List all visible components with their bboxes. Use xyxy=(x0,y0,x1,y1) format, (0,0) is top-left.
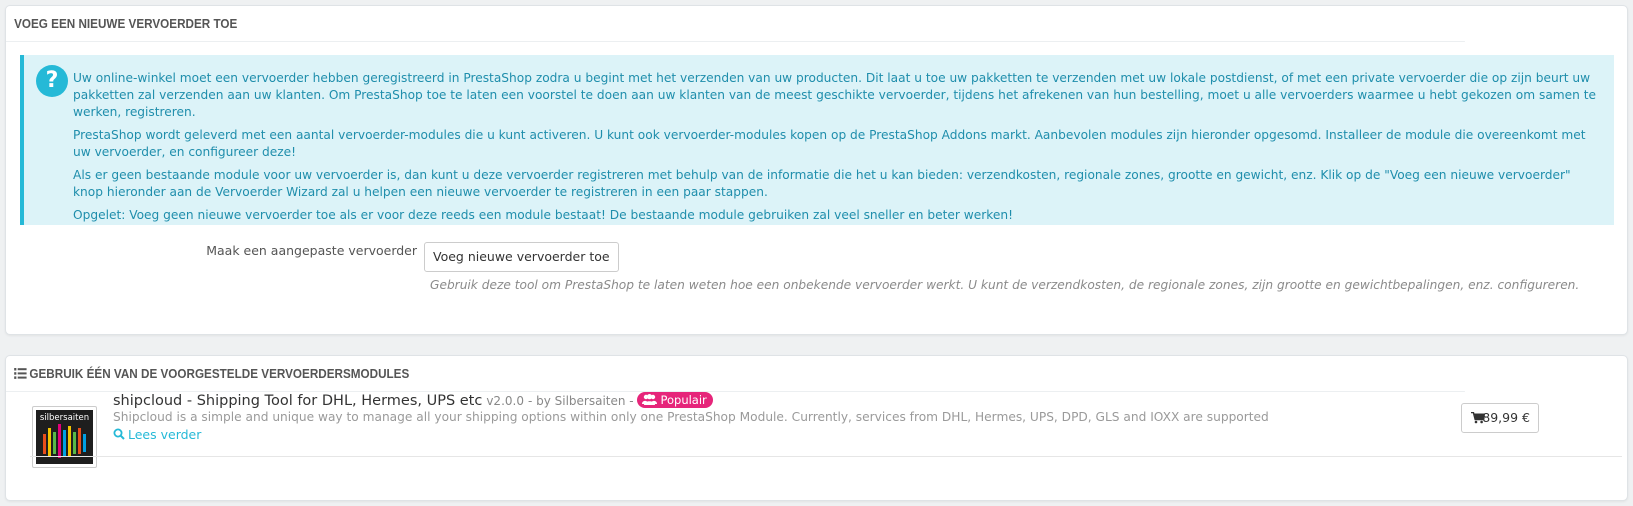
custom-carrier-label: Maak een aangepaste vervoerder xyxy=(206,243,417,258)
panel-heading-add-carrier: VOEG EEN NIEUWE VERVOERDER TOE xyxy=(6,6,1465,42)
module-separator: - xyxy=(625,394,638,408)
question-icon: ? xyxy=(36,65,68,97)
module-author: - by Silbersaiten xyxy=(527,394,626,408)
info-alert: ? Uw online-winkel moet een vervoerder h… xyxy=(20,55,1614,225)
users-icon xyxy=(642,394,658,405)
module-version: v2.0.0 xyxy=(486,394,524,408)
read-more-link[interactable]: Lees verder xyxy=(113,427,201,442)
alert-paragraph: Opgelet: Voeg geen nieuwe vervoerder toe… xyxy=(73,208,1014,222)
read-more-label: Lees verder xyxy=(128,427,202,442)
module-name[interactable]: shipcloud - Shipping Tool for DHL, Herme… xyxy=(113,393,482,409)
panel-heading-modules: GEBRUIK ÉÉN VAN DE VOORGESTELDE VERVOERD… xyxy=(6,356,1465,392)
buy-module-button[interactable]: 89,99 € xyxy=(1461,403,1539,433)
alert-paragraph: Uw online-winkel moet een vervoerder heb… xyxy=(73,71,1597,119)
alert-paragraph: PrestaShop wordt geleverd met een aantal… xyxy=(73,128,1586,159)
module-divider xyxy=(30,456,1622,457)
alert-paragraph: Als er geen bestaande module voor uw ver… xyxy=(73,168,1571,199)
modules-heading-text: GEBRUIK ÉÉN VAN DE VOORGESTELDE VERVOERD… xyxy=(29,366,410,381)
help-text: Gebruik deze tool om PrestaShop te laten… xyxy=(430,278,1580,292)
module-price: 89,99 € xyxy=(1482,410,1530,425)
module-title-line: shipcloud - Shipping Tool for DHL, Herme… xyxy=(113,392,713,409)
popular-badge: Populair xyxy=(637,392,713,408)
list-icon xyxy=(14,368,27,379)
add-carrier-button[interactable]: Voeg nieuwe vervoerder toe xyxy=(424,242,619,272)
cart-icon xyxy=(1471,412,1485,424)
suggested-modules-panel: GEBRUIK ÉÉN VAN DE VOORGESTELDE VERVOERD… xyxy=(5,355,1628,501)
popular-badge-label: Populair xyxy=(660,393,707,407)
module-description: Shipcloud is a simple and unique way to … xyxy=(113,410,1269,424)
search-icon xyxy=(113,428,125,440)
module-logo[interactable]: silbersaiten xyxy=(32,406,97,468)
add-carrier-panel: VOEG EEN NIEUWE VERVOERDER TOE ? Uw onli… xyxy=(5,5,1628,335)
alert-text: Uw online-winkel moet een vervoerder heb… xyxy=(73,70,1600,230)
